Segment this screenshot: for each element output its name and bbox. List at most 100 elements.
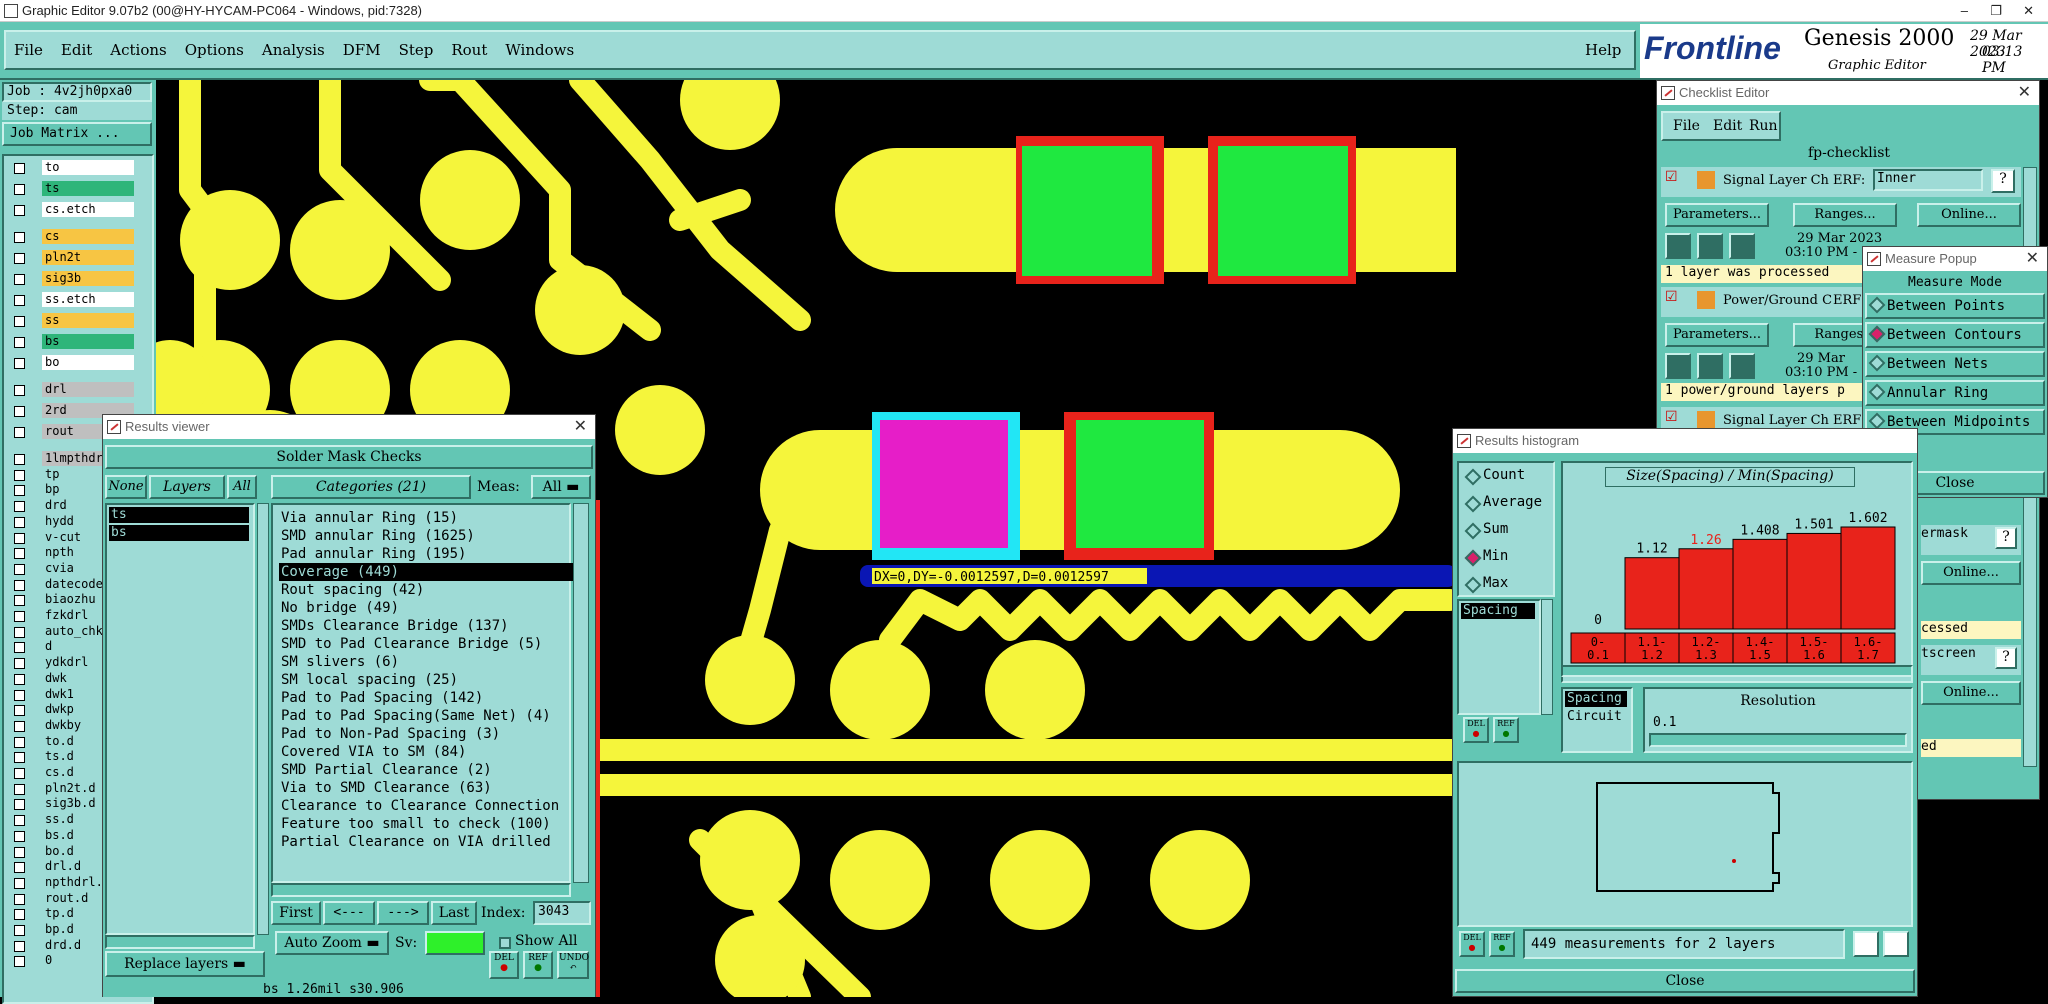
layer-checkbox[interactable] bbox=[14, 595, 25, 607]
layer-checkbox[interactable] bbox=[14, 673, 25, 685]
run-icon[interactable] bbox=[1729, 353, 1755, 379]
category-item[interactable]: Via to SMD Clearance (63) bbox=[279, 779, 579, 797]
layer-checkbox[interactable] bbox=[14, 689, 25, 701]
menu-step[interactable]: Step bbox=[399, 41, 434, 59]
layer-checkbox[interactable] bbox=[14, 783, 25, 795]
check-checkbox[interactable]: ☑ bbox=[1665, 289, 1678, 305]
first-button[interactable]: First bbox=[271, 901, 321, 925]
parameters-button[interactable]: Parameters... bbox=[1665, 323, 1769, 347]
histogram-bar[interactable] bbox=[1732, 538, 1788, 630]
menu-windows[interactable]: Windows bbox=[505, 41, 574, 59]
layer-checkbox[interactable] bbox=[14, 485, 25, 497]
category-item[interactable]: Pad to Non-Pad Spacing (3) bbox=[279, 725, 579, 743]
layer-checkbox[interactable] bbox=[14, 940, 25, 952]
layer-checkbox[interactable] bbox=[14, 642, 25, 654]
attr-circuit[interactable]: Circuit bbox=[1565, 709, 1627, 725]
attr-spacing[interactable]: Spacing bbox=[1565, 691, 1627, 707]
category-item[interactable]: Partial Clearance on VIA drilled bbox=[279, 833, 579, 851]
del-button[interactable]: DEL ● bbox=[489, 951, 519, 979]
category-item[interactable]: SMD annular Ring (1625) bbox=[279, 527, 579, 545]
minimize-button[interactable]: – bbox=[1961, 0, 1968, 22]
histogram-mode-option[interactable]: Count bbox=[1463, 467, 1525, 487]
category-item[interactable]: Via annular Ring (15) bbox=[279, 509, 579, 527]
run-icon[interactable] bbox=[1729, 233, 1755, 259]
prev-button[interactable]: <--- bbox=[323, 901, 375, 925]
auto-zoom-select[interactable]: Auto Zoom ▬ bbox=[275, 931, 389, 955]
run-icon[interactable] bbox=[1697, 353, 1723, 379]
chart-export-icon[interactable] bbox=[1853, 931, 1879, 957]
menu-actions[interactable]: Actions bbox=[110, 41, 166, 59]
layer-item[interactable]: ss.etch bbox=[10, 292, 134, 308]
hist-ref-button[interactable]: REF ● bbox=[1493, 717, 1519, 743]
ref-button[interactable]: REF ● bbox=[523, 951, 553, 979]
all-button[interactable]: All bbox=[227, 475, 257, 499]
categories-scrollbar[interactable] bbox=[573, 503, 589, 883]
resolution-slider[interactable] bbox=[1649, 733, 1907, 747]
layer-checkbox[interactable] bbox=[14, 925, 25, 936]
help-icon[interactable]: ? bbox=[1995, 647, 2017, 669]
category-item[interactable]: Clearance to Clearance Connection bbox=[279, 797, 579, 815]
online-button[interactable]: Online... bbox=[1921, 561, 2021, 585]
close-icon[interactable]: ✕ bbox=[2018, 81, 2031, 105]
measure-option[interactable]: Annular Ring bbox=[1865, 380, 2045, 406]
menu-options[interactable]: Options bbox=[185, 41, 244, 59]
category-item[interactable]: SMD Partial Clearance (2) bbox=[279, 761, 579, 779]
checklist-menu-file[interactable]: File bbox=[1673, 118, 1700, 134]
layer-checkbox[interactable] bbox=[14, 956, 25, 968]
sv-color-select[interactable] bbox=[425, 931, 485, 955]
layer-checkbox[interactable] bbox=[14, 253, 25, 264]
histogram-mode-option[interactable]: Average bbox=[1463, 494, 1542, 514]
close-icon[interactable]: ✕ bbox=[2026, 247, 2039, 271]
measure-option[interactable]: Between Points bbox=[1865, 293, 2045, 319]
erf-field[interactable]: Inner bbox=[1873, 169, 1983, 191]
category-item[interactable]: SMD to Pad Clearance Bridge (5) bbox=[279, 635, 579, 653]
chart-settings-icon[interactable] bbox=[1883, 931, 1909, 957]
histogram-list-scrollbar[interactable] bbox=[1541, 599, 1553, 715]
index-field[interactable]: 3043 bbox=[533, 901, 591, 925]
online-button[interactable]: Online... bbox=[1917, 203, 2021, 227]
preview-del-button[interactable]: DEL ● bbox=[1459, 931, 1485, 957]
measure-option[interactable]: Between Nets bbox=[1865, 351, 2045, 377]
hist-del-button[interactable]: DEL ● bbox=[1463, 717, 1489, 743]
close-icon[interactable]: ✕ bbox=[574, 415, 587, 439]
category-item[interactable]: SM slivers (6) bbox=[279, 653, 579, 671]
layer-checkbox[interactable] bbox=[14, 205, 25, 216]
layer-checkbox[interactable] bbox=[14, 611, 25, 622]
menu-analysis[interactable]: Analysis bbox=[262, 41, 325, 59]
close-window-button[interactable]: ✕ bbox=[2023, 0, 2034, 22]
category-item[interactable]: No bridge (49) bbox=[279, 599, 579, 617]
layer-checkbox[interactable] bbox=[14, 516, 25, 528]
layer-checkbox[interactable] bbox=[14, 768, 25, 779]
layer-list-hscroll[interactable] bbox=[105, 935, 255, 949]
none-button[interactable]: None bbox=[105, 475, 147, 499]
undo-button[interactable]: UNDO ↶ bbox=[557, 951, 589, 979]
category-item[interactable]: Pad to Pad Spacing(Same Net) (4) bbox=[279, 707, 579, 725]
layer-checkbox[interactable] bbox=[14, 909, 25, 921]
layer-item[interactable]: bo bbox=[10, 355, 134, 371]
layer-checkbox[interactable] bbox=[14, 184, 25, 195]
job-matrix-button[interactable]: Job Matrix ... bbox=[2, 122, 152, 146]
layer-checkbox[interactable] bbox=[14, 736, 25, 748]
menu-rout[interactable]: Rout bbox=[451, 41, 487, 59]
categories-hscroll[interactable] bbox=[271, 883, 571, 897]
parameters-button[interactable]: Parameters... bbox=[1665, 203, 1769, 227]
layer-checkbox[interactable] bbox=[14, 815, 25, 827]
histogram-bar[interactable] bbox=[1624, 557, 1680, 630]
histogram-mode-option[interactable]: Max bbox=[1463, 575, 1508, 595]
layer-list-scrollbar[interactable] bbox=[257, 503, 269, 935]
layer-checkbox[interactable] bbox=[14, 877, 25, 889]
histogram-bar[interactable] bbox=[1786, 532, 1842, 630]
run-icon[interactable] bbox=[1665, 233, 1691, 259]
menu-file[interactable]: File bbox=[14, 41, 43, 59]
check-checkbox[interactable]: ☑ bbox=[1665, 169, 1678, 185]
category-item[interactable]: SMDs Clearance Bridge (137) bbox=[279, 617, 579, 635]
histogram-bar[interactable] bbox=[1840, 526, 1896, 630]
layer-checkbox[interactable] bbox=[14, 232, 25, 243]
layer-checkbox[interactable] bbox=[14, 548, 25, 560]
ranges-button[interactable]: Ranges... bbox=[1793, 203, 1897, 227]
replace-layers-select[interactable]: Replace layers ▬ bbox=[105, 951, 265, 977]
layer-checkbox[interactable] bbox=[14, 274, 25, 285]
category-item[interactable]: Covered VIA to SM (84) bbox=[279, 743, 579, 761]
checklist-menu-edit[interactable]: Edit bbox=[1713, 118, 1742, 134]
layer-checkbox[interactable] bbox=[14, 626, 25, 638]
